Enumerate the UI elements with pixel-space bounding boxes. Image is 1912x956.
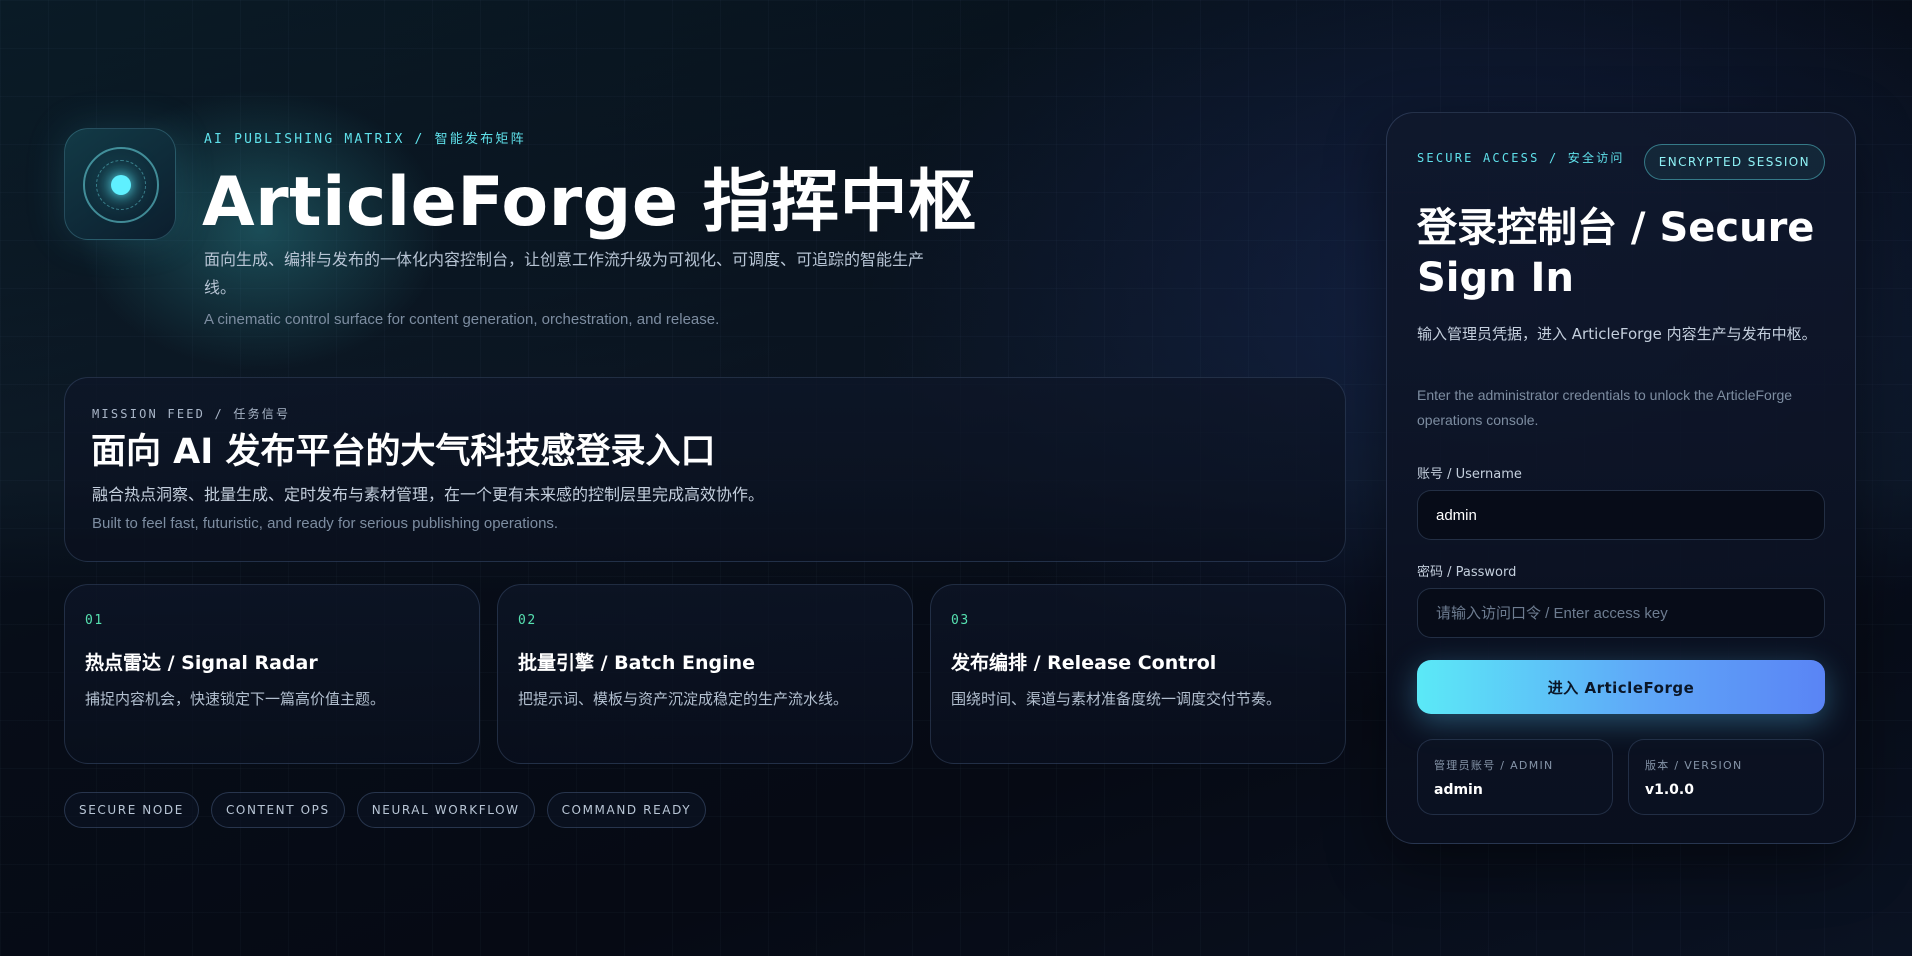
tag-command-ready: COMMAND READY <box>546 792 707 828</box>
mission-eyebrow: MISSION FEED / 任务信号 <box>92 407 291 421</box>
login-title: 登录控制台 / Secure Sign In <box>1417 205 1815 301</box>
version-info-box: 版本 / VERSION v1.0.0 <box>1628 739 1824 815</box>
feature-number: 03 <box>951 613 970 628</box>
sign-in-button[interactable]: 进入 ArticleForge <box>1417 660 1825 714</box>
feature-number: 01 <box>85 613 104 628</box>
mission-description: 融合热点洞察、批量生成、定时发布与素材管理，在一个更有未来感的控制层里完成高效协… <box>92 485 765 504</box>
encrypted-session-badge: ENCRYPTED SESSION <box>1643 144 1825 180</box>
feature-card-batch-engine: 02 批量引擎 / Batch Engine 把提示词、模板与资产沉淀成稳定的生… <box>497 584 913 764</box>
version-label: 版本 / VERSION <box>1645 759 1743 772</box>
page-title: ArticleForge 指挥中枢 <box>202 163 977 242</box>
hero-subtitle: A cinematic control surface for content … <box>204 311 720 328</box>
orbit-core-icon <box>64 128 176 240</box>
login-description: 输入管理员凭据，进入 ArticleForge 内容生产与发布中枢。 <box>1417 325 1817 343</box>
feature-number: 02 <box>518 613 537 628</box>
admin-value: admin <box>1434 782 1483 798</box>
logo-core-dot <box>111 175 131 195</box>
admin-info-box: 管理员账号 / ADMIN admin <box>1417 739 1613 815</box>
login-card: SECURE ACCESS / 安全访问 ENCRYPTED SESSION 登… <box>1386 112 1856 844</box>
login-subtitle: Enter the administrator credentials to u… <box>1417 387 1793 428</box>
tag-content-ops: CONTENT OPS <box>210 792 345 828</box>
feature-card-signal-radar: 01 热点雷达 / Signal Radar 捕捉内容机会，快速锁定下一篇高价值… <box>64 584 480 764</box>
mission-subtitle: Built to feel fast, futuristic, and read… <box>92 515 559 532</box>
feature-description: 捕捉内容机会，快速锁定下一篇高价值主题。 <box>85 690 386 708</box>
feature-title: 批量引擎 / Batch Engine <box>518 652 755 674</box>
mission-card: MISSION FEED / 任务信号 面向 AI 发布平台的大气科技感登录入口… <box>64 377 1346 562</box>
username-label: 账号 / Username <box>1417 467 1522 482</box>
feature-description: 围绕时间、渠道与素材准备度统一调度交付节奏。 <box>951 690 1282 708</box>
hero-description: 面向生成、编排与发布的一体化内容控制台，让创意工作流升级为可视化、可调度、可追踪… <box>204 250 925 297</box>
feature-title: 热点雷达 / Signal Radar <box>85 652 318 674</box>
version-value: v1.0.0 <box>1645 782 1694 798</box>
password-label: 密码 / Password <box>1417 565 1517 580</box>
mission-title: 面向 AI 发布平台的大气科技感登录入口 <box>91 432 716 472</box>
username-field[interactable] <box>1417 490 1825 540</box>
admin-label: 管理员账号 / ADMIN <box>1434 759 1554 772</box>
tag-secure-node: SECURE NODE <box>64 792 199 828</box>
feature-title: 发布编排 / Release Control <box>951 652 1217 674</box>
login-eyebrow: SECURE ACCESS / 安全访问 <box>1417 151 1625 165</box>
feature-description: 把提示词、模板与资产沉淀成稳定的生产流水线。 <box>518 690 849 708</box>
tag-neural-workflow: NEURAL WORKFLOW <box>356 792 535 828</box>
password-field[interactable] <box>1417 588 1825 638</box>
status-tags: SECURE NODE CONTENT OPS NEURAL WORKFLOW … <box>64 792 707 828</box>
hero-eyebrow: AI PUBLISHING MATRIX / 智能发布矩阵 <box>204 132 526 147</box>
feature-card-release-control: 03 发布编排 / Release Control 围绕时间、渠道与素材准备度统… <box>930 584 1346 764</box>
